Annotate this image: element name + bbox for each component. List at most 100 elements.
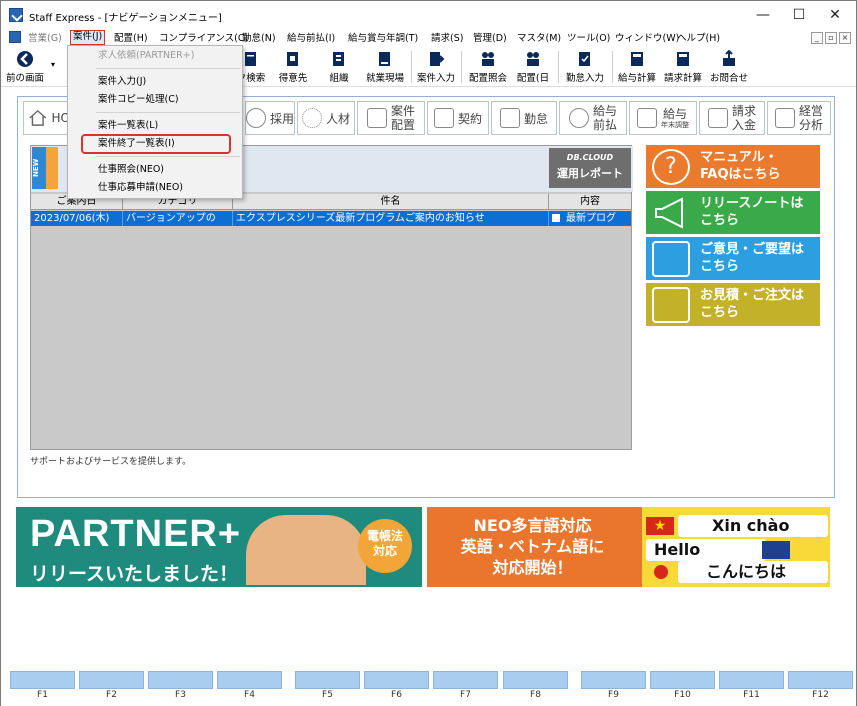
partner-plus-banner[interactable]: PARTNER+ リリースいたしました！ 電帳法 対応 (16, 507, 422, 587)
menu-sales[interactable]: 営業(G) (28, 31, 62, 46)
mdi-minimize-button[interactable]: _ (811, 32, 823, 44)
tab-label: 案件 (390, 104, 415, 118)
menu-item-job-application-neo[interactable]: 仕事応募申請(NEO) (98, 181, 183, 195)
tab-recruit[interactable]: 採用 (245, 101, 295, 135)
fkey-f5[interactable] (295, 671, 360, 689)
mdi-app-icon (9, 31, 21, 43)
contract-icon (433, 108, 454, 128)
menu-item-case-copy[interactable]: 案件コピー処理(C) (98, 93, 179, 107)
toolbar-payroll-calc-button[interactable]: 給与計算 (615, 47, 659, 87)
toolbar-workplace-button[interactable]: 就業現場 (361, 47, 409, 87)
fkey-f10[interactable] (650, 671, 715, 689)
toolbar-billing-calc-button[interactable]: 請求計算 (661, 47, 705, 87)
mdi-restore-button[interactable]: ▫ (825, 32, 837, 44)
fkey-f6[interactable] (364, 671, 429, 689)
billing-icon (707, 108, 728, 128)
menu-admin[interactable]: 管理(D) (473, 31, 507, 46)
menu-item-job-inquiry-neo[interactable]: 仕事照会(NEO) (98, 163, 164, 177)
estimate-order-button[interactable]: お見積・ご注文は こちら (646, 283, 820, 326)
menu-item-case-list[interactable]: 案件一覧表(L) (98, 119, 158, 133)
neo-multilingual-banner[interactable]: NEO多言語対応 英語・ベトナム語に 対応開始！ ★ Xin chào Hell… (427, 507, 830, 587)
dbcloud-logo: DB.CLOUD (566, 153, 614, 162)
fkey-label: F4 (244, 690, 255, 700)
toolbar-attendance-input-button[interactable]: 勤怠入力 (562, 47, 608, 87)
tab-year-end[interactable]: 給与 年末調整 (629, 101, 697, 135)
fkey-f4[interactable] (217, 671, 282, 689)
close-button[interactable]: ✕ (813, 3, 857, 27)
toolbar-case-input-button[interactable]: 案件入力 (414, 47, 458, 87)
menu-help[interactable]: ヘルプ(H) (677, 31, 720, 46)
menu-master[interactable]: マスタ(M) (517, 31, 561, 46)
menu-attendance[interactable]: 勤怠(N) (242, 31, 276, 46)
fkey-label: F5 (322, 690, 333, 700)
menu-placement[interactable]: 配置(H) (114, 31, 148, 46)
fkey-f2[interactable] (79, 671, 144, 689)
toolbar-label: 給与計算 (617, 73, 656, 84)
manual-faq-button[interactable]: ? マニュアル・ FAQはこちら (646, 145, 820, 188)
toolbar-customer-button[interactable]: 得意先 (275, 47, 311, 87)
app-window: Staff Express - [ナビゲーションメニュー] — ☐ ✕ 営業(G… (0, 0, 857, 706)
toolbar-placement-inquiry-button[interactable]: 配置照会 (465, 47, 511, 87)
new-tag: NEW (32, 147, 46, 189)
button-line2: こちら (700, 305, 740, 320)
menu-tools[interactable]: ツール(O) (567, 31, 610, 46)
tab-label-group: 請求 入金 (732, 104, 756, 132)
fkey-f8[interactable] (503, 671, 568, 689)
organization-icon (333, 52, 344, 66)
tab-label-group: 給与 年末調整 (661, 107, 689, 129)
fkey-f7[interactable] (433, 671, 498, 689)
menu-billing[interactable]: 請求(S) (431, 31, 463, 46)
greeting-area: ★ Xin chào Hello こんにちは (642, 507, 830, 587)
toolbar-back-button[interactable]: 前の画面 (5, 47, 45, 87)
menu-window[interactable]: ウィンドウ(W) (615, 31, 679, 46)
release-notes-button[interactable]: リリースノートは こちら (646, 191, 820, 234)
toolbar-label: 前の画面 (5, 73, 44, 84)
dbcloud-report-button[interactable]: DB.CLOUD 運用レポート (549, 148, 631, 188)
placement-day-icon (527, 52, 539, 66)
tab-staff[interactable]: 人材 (297, 101, 355, 135)
menu-compliance[interactable]: コンプライアンス(C) (159, 31, 248, 46)
tab-sublabel: 年末調整 (661, 121, 689, 129)
fkey-f12[interactable] (788, 671, 853, 689)
checkbox[interactable] (552, 214, 560, 222)
feedback-button[interactable]: ご意見・ご要望は こちら (646, 237, 820, 280)
fkey-f11[interactable] (719, 671, 784, 689)
column-header[interactable]: 件名 (233, 194, 549, 210)
app-logo-icon (9, 8, 23, 22)
toolbar-placement-day-button[interactable]: 配置(日 (513, 47, 553, 87)
estimate-icon (652, 287, 690, 323)
mdi-close-button[interactable]: × (839, 32, 851, 44)
fkey-f3[interactable] (148, 671, 213, 689)
menu-prepay[interactable]: 給与前払(I) (287, 31, 335, 46)
fkey-f1[interactable] (10, 671, 75, 689)
home-icon (29, 109, 47, 126)
table-row[interactable]: 2023/07/06(木) バージョンアップの エクスプレスシリーズ最新プログラ… (31, 211, 631, 226)
tab-sublabel: 分析 (798, 118, 823, 132)
toolbar-dropdown-icon[interactable]: ▾ (51, 60, 55, 69)
menu-item-case-input[interactable]: 案件入力(J) (98, 75, 146, 89)
customer-icon (287, 52, 298, 66)
billing-calc-icon (677, 52, 689, 66)
menu-item-case-end-list[interactable]: 案件終了一覧表(I) (98, 137, 175, 151)
toolbar-inquiry-button[interactable]: お問合せ (707, 47, 751, 87)
japan-flag-icon (654, 565, 668, 579)
toolbar-label: 案件入力 (416, 73, 455, 84)
menu-item-job-request[interactable]: 求人依頼(PARTNER+) (98, 49, 194, 63)
menu-case[interactable]: 案件(J) (70, 30, 106, 45)
tab-contract[interactable]: 契約 (427, 101, 489, 135)
tab-attendance[interactable]: 勤怠 (491, 101, 557, 135)
menu-payroll[interactable]: 給与賞与年調(T) (348, 31, 418, 46)
fkey-label: F12 (812, 690, 829, 700)
tab-home[interactable]: HO (23, 101, 71, 135)
tab-prepay[interactable]: 給与 前払 (559, 101, 627, 135)
megaphone-icon (655, 197, 683, 229)
column-header[interactable]: 内容 (549, 194, 631, 210)
tab-label-group: 案件 配置 (391, 104, 415, 132)
fkey-label: F1 (37, 690, 48, 700)
tab-analysis[interactable]: 経営 分析 (767, 101, 831, 135)
fkey-f9[interactable] (581, 671, 646, 689)
tab-case[interactable]: 案件 配置 (357, 101, 425, 135)
toolbar-organization-button[interactable]: 組織 (321, 47, 357, 87)
tab-billing[interactable]: 請求 入金 (699, 101, 765, 135)
payroll-calc-icon (631, 52, 643, 66)
